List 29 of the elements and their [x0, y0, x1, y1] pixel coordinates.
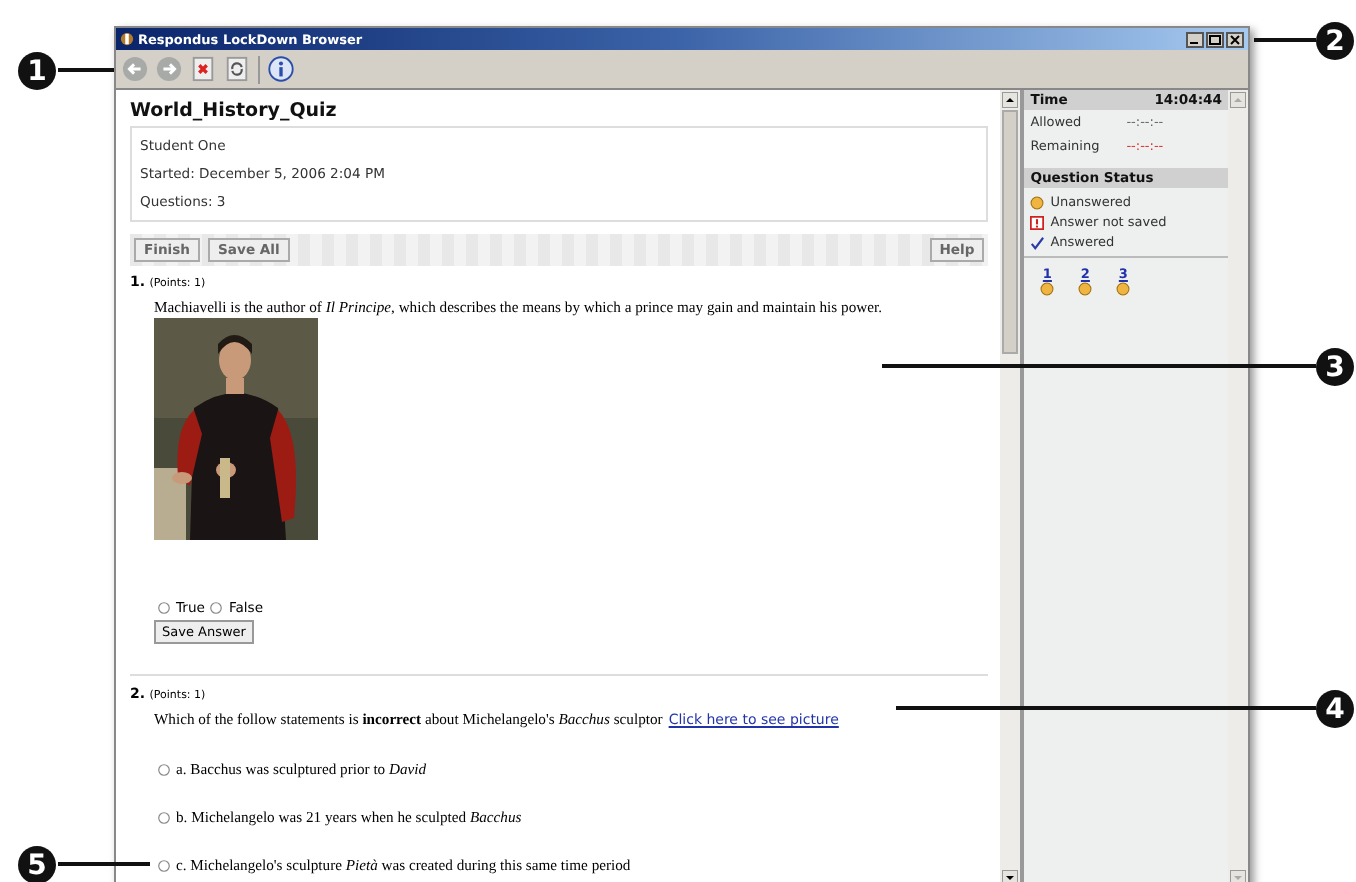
radio-button[interactable]: [158, 859, 170, 871]
warning-icon: [1030, 215, 1045, 229]
app-icon: [120, 32, 134, 46]
radio-button[interactable]: [158, 602, 170, 614]
checkmark-icon: [1030, 235, 1045, 249]
info-icon[interactable]: [268, 56, 294, 82]
scroll-down-icon[interactable]: [1002, 870, 1019, 882]
quiz-title: World_History_Quiz: [130, 100, 339, 122]
back-icon[interactable]: [122, 56, 148, 82]
scroll-up-icon[interactable]: [1002, 92, 1019, 108]
callout-number: 4: [1316, 690, 1354, 728]
radio-button[interactable]: [158, 811, 170, 823]
minimize-icon[interactable]: [1186, 31, 1204, 47]
maximize-icon[interactable]: [1206, 31, 1224, 47]
callout-number: 2: [1316, 22, 1354, 60]
callout-number: 1: [18, 52, 56, 90]
callout-number: 5: [18, 846, 56, 882]
leader-line: [58, 68, 114, 72]
leader-line: [1254, 38, 1316, 42]
callout-number: 3: [1316, 348, 1354, 386]
close-icon[interactable]: [1226, 31, 1244, 47]
scrollbar-thumb[interactable]: [1002, 110, 1019, 354]
leader-line: [58, 862, 150, 866]
radio-button[interactable]: [210, 602, 223, 614]
radio-button[interactable]: [158, 763, 170, 775]
dot-icon: [1030, 195, 1045, 209]
stop-icon[interactable]: [190, 56, 216, 82]
forward-icon[interactable]: [156, 56, 182, 82]
refresh-icon[interactable]: [224, 56, 250, 82]
